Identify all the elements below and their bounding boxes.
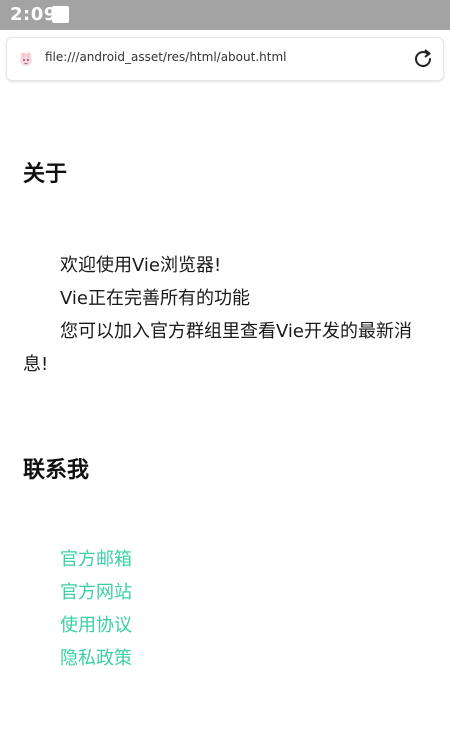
terms-of-use-link[interactable]: 使用协议: [60, 615, 132, 636]
list-item: 隐私政策: [60, 642, 132, 675]
official-email-link[interactable]: 官方邮箱: [60, 549, 132, 570]
official-website-link[interactable]: 官方网站: [60, 582, 132, 603]
list-item: 官方网站: [60, 576, 132, 609]
vie-logo-icon: [20, 52, 32, 66]
features-paragraph: Vie正在完善所有的功能: [60, 288, 250, 309]
contact-heading: 联系我: [23, 458, 90, 483]
list-item: 官方邮箱: [60, 543, 132, 576]
about-heading: 关于: [23, 162, 68, 187]
reload-icon[interactable]: [411, 47, 435, 71]
group-paragraph: 您可以加入官方群组里查看Vie开发的最新消息!: [23, 321, 412, 375]
list-item: 使用协议: [60, 609, 132, 642]
welcome-paragraph: 欢迎使用Vie浏览器!: [60, 255, 222, 276]
address-bar[interactable]: file:///android_asset/res/html/about.htm…: [6, 37, 444, 81]
status-time: 2:09: [10, 4, 57, 25]
about-text: 欢迎使用Vie浏览器! Vie正在完善所有的功能 您可以加入官方群组里查看Vie…: [23, 249, 428, 381]
contact-links: 官方邮箱 官方网站 使用协议 隐私政策: [60, 543, 132, 675]
url-field[interactable]: file:///android_asset/res/html/about.htm…: [45, 50, 286, 64]
privacy-policy-link[interactable]: 隐私政策: [60, 648, 132, 669]
notification-icon: [52, 6, 69, 23]
status-bar: 2:09: [0, 0, 450, 30]
